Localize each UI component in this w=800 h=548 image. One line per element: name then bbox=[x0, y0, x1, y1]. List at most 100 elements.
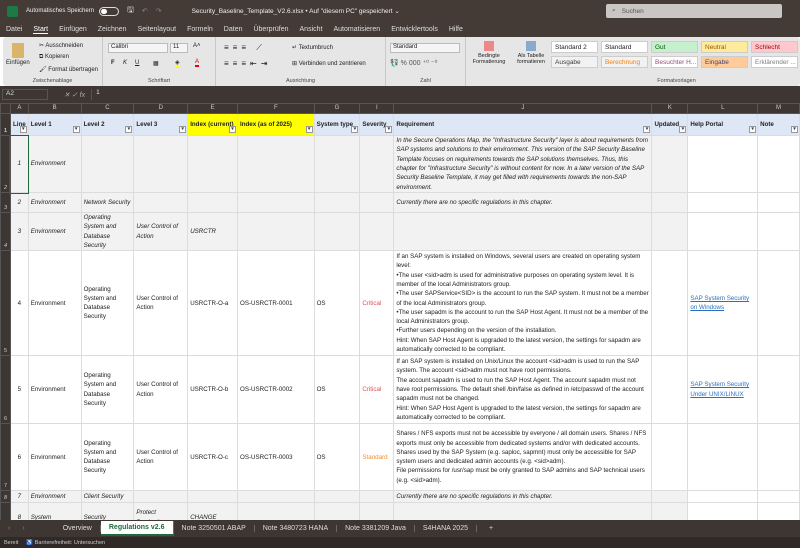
cell-line[interactable]: 4 bbox=[9, 250, 29, 357]
cell-empty[interactable] bbox=[757, 250, 800, 357]
font-size-select[interactable]: 11 bbox=[170, 43, 188, 53]
cell-empty[interactable] bbox=[651, 250, 689, 357]
help-portal-link[interactable]: SAP System Security Under UNIX/LINUX bbox=[690, 381, 749, 397]
style-besuchter-h-[interactable]: Besuchter H... bbox=[651, 56, 698, 68]
cell-l1[interactable]: Environment bbox=[27, 135, 82, 193]
column-header-F[interactable]: F bbox=[237, 103, 315, 114]
cell-empty[interactable] bbox=[757, 502, 800, 520]
menu-tab-entwicklertools[interactable]: Entwicklertools bbox=[391, 26, 438, 33]
cell-l3[interactable]: User Control of Action bbox=[133, 423, 189, 492]
cell-idx2025[interactable]: OS-USRCTR-0003 bbox=[237, 423, 315, 492]
redo-icon[interactable]: ↷ bbox=[156, 7, 162, 15]
row-number[interactable]: 6 bbox=[0, 355, 11, 425]
underline-button[interactable]: U bbox=[135, 60, 139, 66]
cell-idx[interactable] bbox=[187, 135, 239, 193]
column-header-A[interactable]: A bbox=[9, 103, 29, 114]
file-title[interactable]: Security_Baseline_Template_V2.6.xlsx • A… bbox=[192, 7, 400, 15]
row-number[interactable]: 3 bbox=[0, 192, 11, 213]
cell-line[interactable]: 7 bbox=[9, 490, 29, 504]
row-number[interactable]: 8 bbox=[0, 490, 11, 504]
cell-l2[interactable] bbox=[80, 135, 135, 193]
scroll-right-icon[interactable]: › bbox=[22, 525, 24, 532]
undo-icon[interactable]: ↶ bbox=[142, 7, 148, 15]
menu-tab-automatisieren[interactable]: Automatisieren bbox=[333, 26, 380, 33]
cell-l2[interactable]: Client Security bbox=[80, 490, 135, 504]
cell-l2[interactable]: Security bbox=[80, 502, 135, 520]
cell-idx2025[interactable] bbox=[237, 211, 315, 252]
cell-l1[interactable]: Environment bbox=[27, 423, 82, 492]
cell-l3[interactable]: Protect Production bbox=[133, 502, 189, 520]
filter-dropdown-icon[interactable]: ▾ bbox=[351, 126, 359, 133]
menu-tab-formeln[interactable]: Formeln bbox=[187, 26, 213, 33]
align-icons-2[interactable]: ≡≡≡⇤⇥ bbox=[224, 59, 271, 68]
filter-dropdown-icon[interactable]: ▾ bbox=[305, 126, 313, 133]
column-header-L[interactable]: L bbox=[687, 103, 759, 114]
cell-line[interactable]: 6 bbox=[9, 423, 29, 492]
cut-button[interactable]: ✂ Ausschneiden bbox=[39, 42, 83, 49]
style-neutral[interactable]: Neutral bbox=[701, 41, 748, 53]
conditional-formatting-button[interactable]: Bedingte Formatierung bbox=[469, 41, 509, 65]
cell-req[interactable]: If an SAP system is installed on Windows… bbox=[393, 250, 653, 357]
filter-dropdown-icon[interactable]: ▾ bbox=[125, 126, 133, 133]
row-number[interactable]: 2 bbox=[0, 135, 11, 193]
filter-dropdown-icon[interactable]: ▾ bbox=[791, 126, 798, 133]
cell-l3[interactable]: User Control of Action bbox=[133, 211, 189, 252]
column-header-D[interactable]: D bbox=[133, 103, 189, 114]
format-as-table-button[interactable]: Als Tabelle formatieren bbox=[511, 41, 551, 65]
cell-sev[interactable]: Critical bbox=[359, 355, 395, 425]
cell-sys[interactable] bbox=[313, 135, 361, 193]
cell-idx[interactable]: USRCTR-O-b bbox=[187, 355, 239, 425]
cell-l2[interactable]: Operating System and Database Security bbox=[80, 423, 135, 492]
cell-sev[interactable] bbox=[359, 502, 395, 520]
cell-line[interactable]: 5 bbox=[9, 355, 29, 425]
cell-sys[interactable]: OS bbox=[313, 355, 361, 425]
cell-l1[interactable]: Environment bbox=[27, 211, 82, 252]
cell-l2[interactable]: Operating System and Database Security bbox=[80, 211, 135, 252]
cell-l2[interactable]: Network Security bbox=[80, 192, 135, 213]
cell-idx2025[interactable] bbox=[237, 192, 315, 213]
cell-idx[interactable] bbox=[187, 490, 239, 504]
filter-dropdown-icon[interactable]: ▾ bbox=[643, 126, 651, 133]
sheet-tab[interactable]: Note 3381209 Java bbox=[337, 525, 415, 532]
column-header-G[interactable]: G bbox=[313, 103, 361, 114]
number-format-select[interactable]: Standard bbox=[390, 43, 460, 53]
column-header-K[interactable]: K bbox=[651, 103, 689, 114]
cell-help[interactable] bbox=[687, 135, 759, 193]
cell-sev[interactable]: Critical bbox=[359, 250, 395, 357]
menu-tab-datei[interactable]: Datei bbox=[6, 26, 22, 33]
cell-sys[interactable]: OS bbox=[313, 423, 361, 492]
cell-req[interactable]: Currently there are no specific regulati… bbox=[393, 490, 653, 504]
cell-req[interactable]: If an SAP system is installed on Unix/Li… bbox=[393, 355, 653, 425]
cell-l1[interactable]: Environment bbox=[27, 355, 82, 425]
cell-empty[interactable] bbox=[757, 192, 800, 213]
column-header-M[interactable]: M bbox=[757, 103, 800, 114]
autosave-toggle[interactable] bbox=[99, 6, 120, 16]
filter-dropdown-icon[interactable]: ▾ bbox=[72, 126, 80, 133]
cell-req[interactable]: Shares / NFS exports must not be accessi… bbox=[393, 423, 653, 492]
sheet-tab[interactable]: S4HANA 2025 bbox=[415, 525, 477, 532]
sheet-tab[interactable]: Overview bbox=[55, 525, 101, 532]
cell-l1[interactable]: Environment bbox=[27, 490, 82, 504]
cell-idx[interactable]: CHANGE bbox=[187, 502, 239, 520]
fx-icon[interactable]: ✕ ✓ fx bbox=[64, 91, 85, 99]
cell-l3[interactable]: User Control of Action bbox=[133, 250, 189, 357]
cell-empty[interactable] bbox=[651, 502, 689, 520]
cell-l1[interactable]: System bbox=[27, 502, 82, 520]
cell-idx[interactable]: USRCTR-O-c bbox=[187, 423, 239, 492]
column-header-J[interactable]: J bbox=[393, 103, 653, 114]
sheet-tab[interactable]: Note 3250501 ABAP bbox=[174, 525, 255, 532]
style-ausgabe[interactable]: Ausgabe bbox=[551, 56, 598, 68]
cell-sev[interactable] bbox=[359, 192, 395, 213]
wrap-text-button[interactable]: ↵ Textumbruch bbox=[292, 44, 333, 51]
filter-dropdown-icon[interactable]: ▾ bbox=[385, 126, 393, 133]
cell-help[interactable]: SAP System Security on Windows bbox=[687, 250, 759, 357]
border-icon[interactable]: ▦ bbox=[153, 60, 159, 67]
merge-center-button[interactable]: ⊞ Verbinden und zentrieren bbox=[292, 60, 366, 67]
cell-sev[interactable] bbox=[359, 490, 395, 504]
cell-sev[interactable] bbox=[359, 135, 395, 193]
paste-button[interactable]: Einfügen bbox=[6, 43, 30, 66]
grow-font-icon[interactable]: A˄ bbox=[193, 43, 201, 49]
menu-tab-seitenlayout[interactable]: Seitenlayout bbox=[138, 26, 177, 33]
row-number[interactable]: 4 bbox=[0, 211, 11, 252]
add-sheet-icon[interactable]: + bbox=[489, 525, 493, 532]
